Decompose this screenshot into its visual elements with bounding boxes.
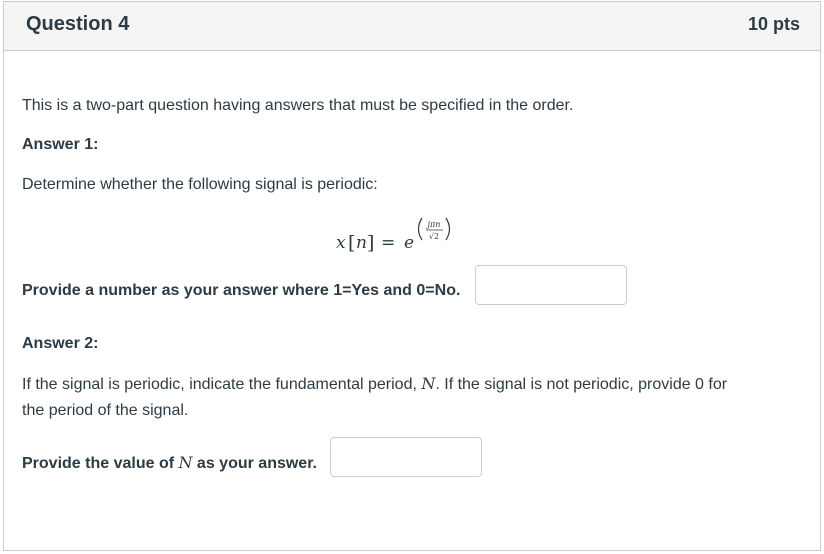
equation-bracket-open: [ xyxy=(348,232,355,254)
equation-base: e xyxy=(404,233,414,253)
equation-exp-numerator: jπn xyxy=(426,220,441,229)
answer-2-input[interactable] xyxy=(330,437,482,477)
period-variable-n: N xyxy=(421,374,436,393)
answer-1-heading: Answer 1: xyxy=(22,136,99,153)
equation-paren-close xyxy=(445,217,451,241)
equation-paren-open xyxy=(417,217,423,241)
question-title: Question 4 xyxy=(26,13,130,35)
equation-lhs-var: x xyxy=(336,233,346,253)
answer-2-label-before: Provide the value of xyxy=(22,455,179,472)
answer-2-label-variable: N xyxy=(178,453,193,472)
answer-2-label-after: as your answer. xyxy=(192,455,317,472)
answer-2-heading: Answer 2: xyxy=(22,335,99,352)
answer-2-prompt-line1-before: If the signal is periodic, indicate the … xyxy=(22,376,422,393)
answer-2-prompt-line1-after: . If the signal is not periodic, provide… xyxy=(435,376,728,393)
equation-exp-denominator: √2 xyxy=(429,232,439,241)
answer-2-prompt: If the signal is periodic, indicate the … xyxy=(22,371,802,424)
equation-equals: = xyxy=(381,233,395,253)
answer-2-label: Provide the value of N as your answer. xyxy=(22,450,317,477)
answer-1-prompt: Determine whether the following signal i… xyxy=(22,176,378,193)
equation-bracket-close: ] xyxy=(367,232,374,254)
answer-1-label: Provide a number as your answer where 1=… xyxy=(22,282,461,299)
question-header: Question 4 10 pts xyxy=(4,2,820,51)
answer-1-input[interactable] xyxy=(475,265,627,305)
answer-2-prompt-line2: the period of the signal. xyxy=(22,402,189,419)
equation-lhs-index: n xyxy=(356,233,367,253)
question-points: 10 pts xyxy=(747,14,800,34)
question-intro: This is a two-part question having answe… xyxy=(22,97,574,114)
signal-equation: x [ n ] = e jπn √2 xyxy=(336,217,451,254)
